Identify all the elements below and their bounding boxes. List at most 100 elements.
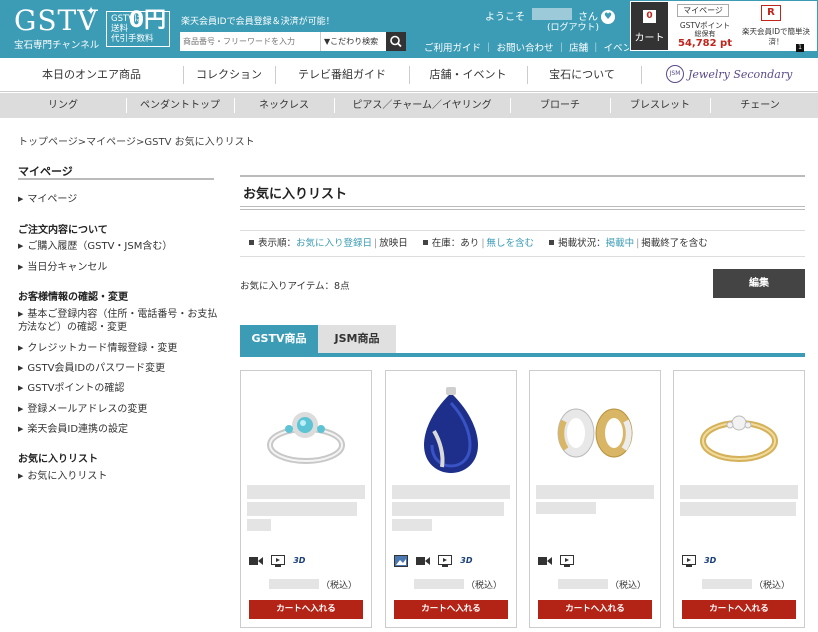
cart-button[interactable]: 0 カート — [631, 2, 668, 50]
rakuten-promo[interactable]: 楽天会員IDで会員登録＆決済が可能！ — [181, 14, 335, 27]
cat-chain[interactable]: チェーン — [710, 93, 810, 118]
sidebar-item-password[interactable]: ▶ GSTV会員IDのパスワード変更 — [18, 362, 218, 375]
cat-necklace[interactable]: ネックレス — [234, 93, 334, 118]
advanced-search-dropdown[interactable]: ▼こだわり検索 — [320, 32, 384, 51]
nav-onair[interactable]: 本日のオンエア商品 — [0, 58, 183, 91]
add-to-cart-button[interactable]: カートへ入れる — [249, 600, 363, 619]
product-name-redacted — [247, 502, 357, 516]
sidebar-item-mypage[interactable]: ▶ マイページ — [18, 193, 218, 206]
category-navigation: リング ペンダントトップ ネックレス ピアス／チャーム／イヤリング ブローチ ブ… — [0, 93, 818, 118]
square-bullet-icon — [422, 240, 428, 245]
product-name-redacted — [536, 502, 596, 514]
filter-stock-label: 在庫： — [431, 238, 461, 249]
product-name-redacted — [536, 485, 654, 499]
product-image[interactable] — [546, 383, 644, 479]
sidebar-item-favorites[interactable]: ▶ お気に入りリスト — [18, 470, 218, 483]
sparkle-icon: ✦ — [86, 4, 97, 18]
nav-about-gems[interactable]: 宝石について — [527, 58, 637, 91]
nav-stores-events[interactable]: 店舗・イベント — [409, 58, 527, 91]
main-navigation: 本日のオンエア商品 コレクション テレビ番組ガイド 店舗・イベント 宝石について… — [0, 58, 818, 114]
tv-icon[interactable] — [271, 554, 286, 567]
sidebar-item-same-day-cancel[interactable]: ▶ 当日分キャンセル — [18, 261, 218, 274]
triangle-right-icon: ▶ — [18, 384, 24, 392]
triangle-right-icon: ▶ — [18, 472, 24, 480]
tab-jsm-products[interactable]: JSM商品 — [318, 325, 396, 353]
points-value: 54,782 pt — [677, 38, 732, 49]
media-icons: 3D — [682, 550, 716, 567]
add-to-cart-button[interactable]: カートへ入れる — [682, 600, 796, 619]
video-icon[interactable] — [249, 555, 263, 567]
cart-panel: 0 カート マイページ GSTVポイント 総保有 54,782 pt R 楽天会… — [629, 0, 818, 52]
title-rule-bottom — [240, 209, 805, 210]
sidebar-item-label: GSTV会員IDのパスワード変更 — [27, 363, 166, 374]
product-image[interactable] — [257, 383, 355, 479]
breadcrumb[interactable]: トップページ>マイページ>GSTV お気に入りリスト — [18, 133, 255, 148]
filter-order-aired[interactable]: 放映日 — [379, 238, 408, 249]
sidebar-item-points[interactable]: ▶ GSTVポイントの確認 — [18, 382, 218, 395]
sidebar-item-label: マイページ — [27, 194, 78, 205]
filter-stock-available[interactable]: あり — [460, 238, 479, 249]
sidebar-heading-customer-info: お客様情報の確認・変更 — [18, 292, 128, 303]
tv-icon[interactable] — [438, 554, 453, 567]
site-header: GSTV 宝石専門チャンネル ✦ GSTVは 送料 代引手数料 0円 楽天会員I… — [0, 0, 818, 58]
product-card: 3D （税込） カートへ入れる — [673, 370, 805, 628]
sidebar-item-label: 当日分キャンセル — [27, 262, 108, 273]
filter-separator: | — [481, 238, 485, 249]
sidebar-item-rakuten-link[interactable]: ▶ 楽天会員ID連携の設定 — [18, 423, 218, 436]
sidebar-item-purchase-history[interactable]: ▶ ご購入履歴（GSTV・JSM含む） — [18, 240, 218, 253]
product-image[interactable] — [690, 383, 788, 479]
add-to-cart-button[interactable]: カートへ入れる — [538, 600, 652, 619]
filter-status-listed[interactable]: 掲載中 — [606, 238, 635, 249]
cat-brooch[interactable]: ブローチ — [510, 93, 610, 118]
user-name-redacted — [532, 8, 572, 20]
title-rule-bottom — [240, 206, 805, 207]
media-icons: 3D — [249, 550, 305, 567]
tv-icon[interactable] — [682, 554, 696, 567]
nav-tv-guide[interactable]: テレビ番組ガイド — [275, 58, 409, 91]
add-to-cart-button[interactable]: カートへ入れる — [394, 600, 508, 619]
search-input[interactable] — [180, 32, 318, 51]
rakuten-logo-icon[interactable]: R — [761, 5, 781, 21]
filter-order-registered[interactable]: お気に入り登録日 — [296, 238, 372, 249]
nav-divider — [641, 66, 642, 84]
price-redacted — [558, 579, 608, 589]
tax-label: （税込） — [321, 581, 358, 591]
tax-label: （税込） — [466, 581, 503, 591]
edit-button[interactable]: 編集 — [713, 269, 805, 298]
heart-icon[interactable]: ♥ — [601, 10, 615, 24]
video-icon[interactable] — [538, 555, 552, 567]
3d-icon[interactable]: 3D — [293, 556, 305, 565]
sidebar-item-email[interactable]: ▶ 登録メールアドレスの変更 — [18, 403, 218, 416]
video-icon[interactable] — [416, 555, 431, 567]
search-bar: ▼こだわり検索 — [180, 32, 406, 51]
filter-status-include-ended[interactable]: 掲載終了を含む — [641, 238, 708, 249]
nav-collection[interactable]: コレクション — [183, 58, 275, 91]
product-name-redacted — [680, 485, 798, 499]
logout-link[interactable]: (ログアウト) — [547, 20, 599, 33]
product-name-redacted — [392, 519, 432, 531]
nav-jsm-market[interactable]: Jewelry Secondary Market — [688, 58, 818, 114]
tv-icon[interactable] — [560, 554, 575, 567]
mypage-button[interactable]: マイページ — [677, 4, 729, 17]
photo-icon[interactable] — [394, 554, 408, 567]
utility-links[interactable]: ご利用ガイド ｜ お問い合わせ ｜ 店舗 ｜ イベント — [424, 40, 642, 54]
sidebar-item-credit-card[interactable]: ▶ クレジットカード情報登録・変更 — [18, 342, 218, 355]
sidebar-item-basic-info-cont[interactable]: 法など）の確認・変更 — [18, 321, 218, 334]
cat-bracelet[interactable]: ブレスレット — [610, 93, 710, 118]
filter-status: 掲載状況：掲載中 | 掲載終了を含む — [549, 238, 708, 249]
tab-gstv-products[interactable]: GSTV商品 — [240, 325, 318, 353]
3d-icon[interactable]: 3D — [704, 556, 716, 565]
product-image[interactable] — [402, 383, 500, 479]
price-redacted — [269, 579, 319, 589]
3d-icon[interactable]: 3D — [460, 556, 472, 565]
cat-earrings[interactable]: ピアス／チャーム／イヤリング — [334, 93, 510, 118]
sidebar-item-label: ご購入履歴（GSTV・JSM含む） — [27, 241, 173, 252]
cat-pendant[interactable]: ペンダントトップ — [126, 93, 234, 118]
cat-ring[interactable]: リング — [0, 93, 126, 118]
search-button[interactable] — [386, 32, 406, 51]
triangle-right-icon: ▶ — [18, 242, 24, 250]
sidebar-item-label: 楽天会員ID連携の設定 — [27, 424, 129, 435]
filter-stock-include-none[interactable]: 無しを含む — [487, 238, 535, 249]
free-zero: 0円 — [128, 8, 166, 33]
jsm-logo-icon[interactable]: JSM — [666, 65, 684, 83]
